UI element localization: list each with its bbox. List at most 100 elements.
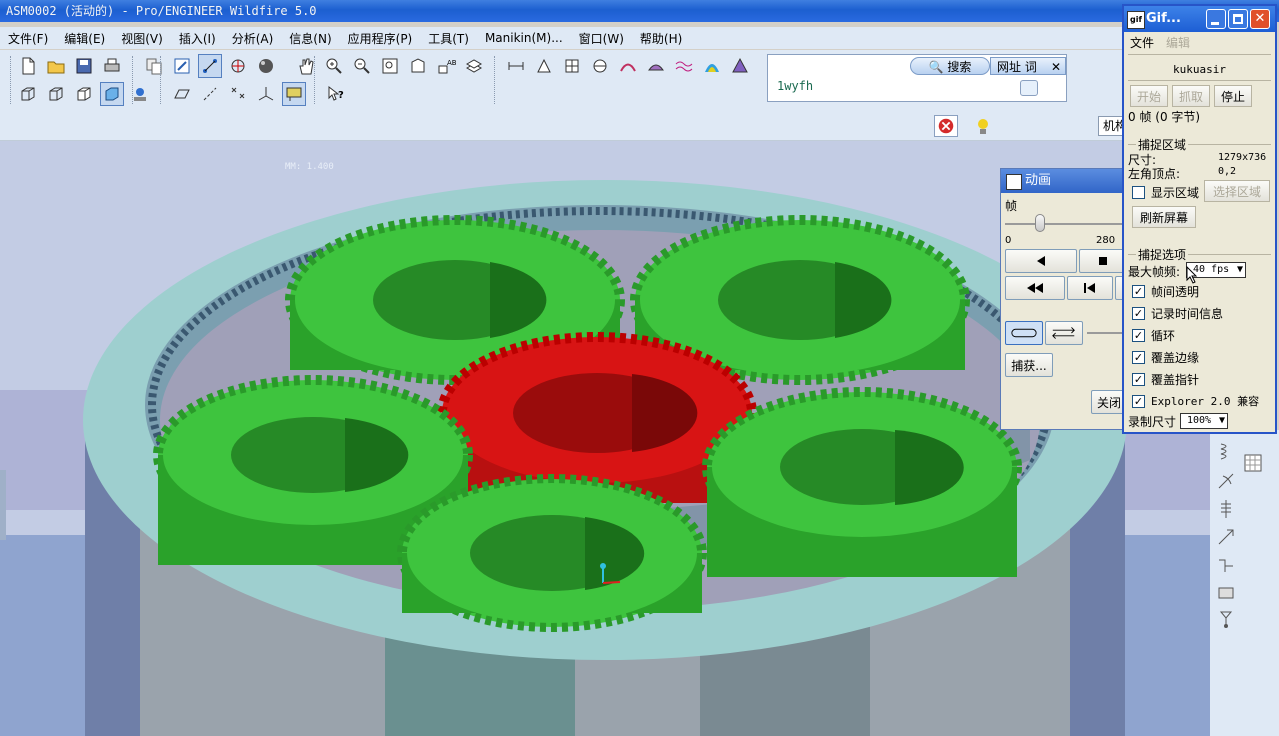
measure-distance-icon[interactable] [504, 54, 528, 78]
option-cover-pointer-check[interactable]: ✓ [1132, 372, 1145, 386]
datum-axes-icon[interactable] [198, 82, 222, 106]
speed-slider[interactable] [1087, 332, 1127, 334]
menu-applications[interactable]: 应用程序(P) [340, 30, 421, 47]
print-icon[interactable] [100, 54, 124, 78]
spin-center-icon[interactable] [226, 54, 250, 78]
hidden-line-icon[interactable] [44, 82, 68, 106]
start-button[interactable]: 开始 [1130, 85, 1168, 107]
annotations-icon[interactable] [282, 82, 306, 106]
loop-button[interactable] [1005, 321, 1043, 345]
zoom-in-icon[interactable] [322, 54, 346, 78]
menu-window[interactable]: 窗口(W) [571, 30, 632, 47]
menu-help[interactable]: 帮助(H) [632, 30, 690, 47]
menu-view[interactable]: 视图(V) [113, 30, 171, 47]
motor-icon[interactable] [1215, 470, 1237, 492]
frame-slider-thumb[interactable] [1035, 214, 1045, 232]
damper-icon[interactable] [1215, 498, 1237, 520]
shaded-curvature-icon[interactable] [644, 54, 668, 78]
play-backward-button[interactable] [1005, 249, 1077, 273]
minimize-button[interactable] [1206, 9, 1226, 29]
enhanced-realism-icon[interactable] [128, 82, 152, 106]
body-icon[interactable] [1215, 582, 1237, 604]
option-explorer-compat-check[interactable]: ✓ [1132, 394, 1145, 408]
option-loop[interactable]: ✓ 循环 [1132, 326, 1175, 344]
show-area-checkbox[interactable]: 显示区域 [1132, 183, 1199, 201]
option-explorer-compat[interactable]: ✓ Explorer 2.0 兼容 [1132, 392, 1259, 410]
left-splitter[interactable] [0, 470, 6, 540]
reverse-loop-button[interactable] [1045, 321, 1083, 345]
maximize-button[interactable] [1228, 9, 1248, 29]
draft-check-icon[interactable] [700, 54, 724, 78]
menu-manikin[interactable]: Manikin(M)... [477, 31, 571, 45]
frame-label: 帧 [1005, 199, 1018, 213]
address-input[interactable]: 1wyfh [777, 79, 813, 93]
datum-planes-icon[interactable] [170, 82, 194, 106]
context-help-icon[interactable]: ? [324, 82, 348, 106]
option-timing[interactable]: ✓ 记录时间信息 [1132, 304, 1223, 322]
no-hidden-icon[interactable] [72, 82, 96, 106]
datum-display-icon[interactable] [198, 54, 222, 78]
new-file-icon[interactable] [16, 54, 40, 78]
gif-window-title: Gif... [1146, 11, 1181, 26]
gif-menu-file[interactable]: 文件 [1124, 34, 1160, 51]
stop-button[interactable] [1079, 249, 1126, 273]
joint-icon[interactable] [1215, 554, 1237, 576]
option-transparent-check[interactable]: ✓ [1132, 284, 1145, 298]
saved-views-icon[interactable]: AB [434, 54, 458, 78]
option-cover-edge-check[interactable]: ✓ [1132, 350, 1145, 364]
dihedral-icon[interactable] [728, 54, 752, 78]
record-size-select[interactable]: 100% ▼ [1180, 413, 1228, 429]
search-tab[interactable]: 🔍 搜索 [910, 57, 990, 75]
layers-icon[interactable] [462, 54, 486, 78]
open-folder-icon[interactable] [44, 54, 68, 78]
measure-area-icon[interactable] [532, 54, 556, 78]
menu-edit[interactable]: 编辑(E) [56, 30, 113, 47]
reorient-icon[interactable] [406, 54, 430, 78]
select-area-button[interactable]: 选择区域 [1204, 180, 1270, 202]
mass-properties-icon[interactable] [560, 54, 584, 78]
shaded-icon[interactable] [100, 82, 124, 106]
url-tab[interactable]: 网址 词 ✕ [990, 57, 1066, 75]
angle-icon[interactable] [588, 54, 612, 78]
stop-icon[interactable] [934, 115, 958, 137]
grab-button[interactable]: 抓取 [1172, 85, 1210, 107]
capture-button[interactable]: 捕获... [1005, 353, 1053, 377]
zoom-out-icon[interactable] [350, 54, 374, 78]
menu-tools[interactable]: 工具(T) [420, 30, 477, 47]
grid-icon[interactable] [1242, 452, 1264, 474]
refresh-screen-button[interactable]: 刷新屏幕 [1132, 206, 1196, 228]
curvature-icon[interactable] [616, 54, 640, 78]
shading-sphere-icon[interactable] [254, 54, 278, 78]
rewind-button[interactable] [1005, 276, 1065, 300]
light-bulb-icon[interactable] [972, 115, 994, 137]
menu-insert[interactable]: 插入(I) [171, 30, 224, 47]
menu-info[interactable]: 信息(N) [281, 30, 339, 47]
option-loop-check[interactable]: ✓ [1132, 328, 1145, 342]
coordinate-systems-icon[interactable] [254, 82, 278, 106]
planet-gear-right [702, 387, 1022, 577]
menu-analysis[interactable]: 分析(A) [224, 30, 282, 47]
frame-count: 0 帧 (0 字节) [1128, 110, 1201, 124]
gif-menu-edit[interactable]: 编辑 [1160, 34, 1196, 51]
refit-icon[interactable] [378, 54, 402, 78]
go-icon[interactable] [1020, 80, 1038, 96]
menu-file[interactable]: 文件(F) [0, 30, 56, 47]
force-icon[interactable] [1215, 526, 1237, 548]
option-cover-edge[interactable]: ✓ 覆盖边缘 [1132, 348, 1199, 366]
option-timing-check[interactable]: ✓ [1132, 306, 1145, 320]
gravity-icon[interactable] [1215, 608, 1237, 630]
regenerate-icon[interactable] [170, 54, 194, 78]
deviation-icon[interactable] [672, 54, 696, 78]
step-back-button[interactable] [1067, 276, 1113, 300]
wireframe-icon[interactable] [16, 82, 40, 106]
spring-icon[interactable] [1215, 440, 1237, 462]
close-icon[interactable]: ✕ [1051, 58, 1061, 76]
grab-button-label: 抓取 [1178, 89, 1203, 104]
capture-button-label: 捕获... [1011, 358, 1047, 373]
datum-points-icon[interactable] [226, 82, 250, 106]
stop-capture-button[interactable]: 停止 [1214, 85, 1252, 107]
option-cover-pointer[interactable]: ✓ 覆盖指针 [1132, 370, 1199, 388]
close-window-button[interactable]: ✕ [1250, 9, 1270, 29]
show-area-check[interactable] [1132, 185, 1145, 199]
save-icon[interactable] [72, 54, 96, 78]
